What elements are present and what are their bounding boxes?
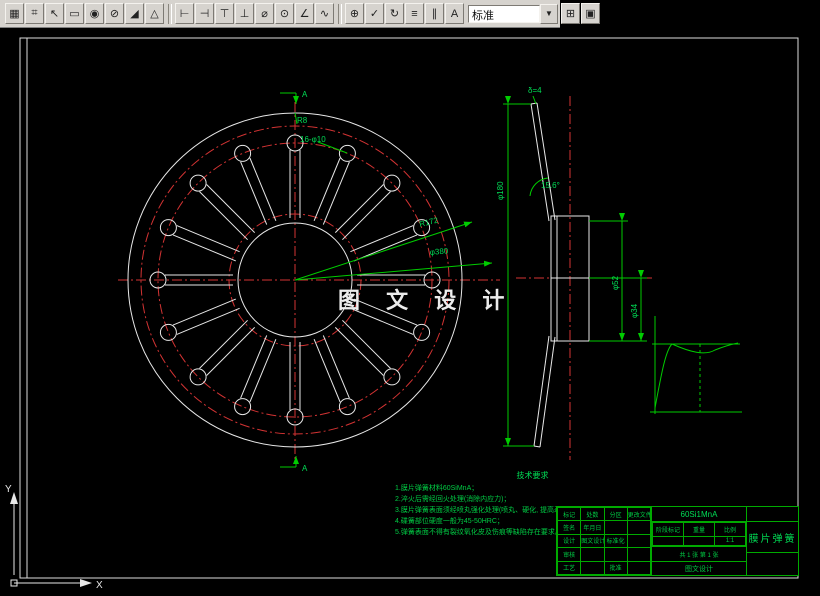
solid-fill-icon[interactable]: ◢ <box>125 3 144 24</box>
tech-requirement-line: 2.淬火后需经回火处理(消除内应力)； <box>395 494 630 505</box>
toolbar-separator <box>338 4 342 24</box>
ucs-y-label: Y <box>5 484 12 495</box>
title-block-cell <box>627 534 650 547</box>
title-block-right: 膜片弹簧 <box>746 507 798 575</box>
title-block-cell: 审核 <box>558 548 581 561</box>
polygon-icon[interactable]: △ <box>145 3 164 24</box>
company-name: 图文设计 <box>652 561 746 575</box>
drawing-canvas[interactable]: φ380 R172 16-φ10 R8 15.6° φ180 δ=4 φ52 φ… <box>0 28 820 596</box>
title-block: 标记处数分区更改文件号签名年月日设计图文设计标准化审核工艺批准 60Si1MnA… <box>556 506 799 576</box>
dim-linear-icon[interactable]: ⊢ <box>175 3 194 24</box>
spline-icon[interactable]: ∿ <box>315 3 334 24</box>
title-block-cell: 图文设计 <box>581 534 604 547</box>
tech-requirement-line: 1.膜片弹簧材料60SiMnA； <box>395 483 630 494</box>
title-block-cell <box>581 548 604 561</box>
title-block-cell <box>581 561 604 574</box>
dim-pitch-radius: R172 <box>418 215 439 228</box>
dim-update-icon[interactable]: ↻ <box>385 3 404 24</box>
dim-continue-icon[interactable]: ⊥ <box>235 3 254 24</box>
section-label-bottom: A <box>302 464 308 473</box>
part-name: 膜片弹簧 <box>747 522 798 553</box>
layers-icon[interactable]: ≡ <box>405 3 424 24</box>
construction-line-icon[interactable]: ⊘ <box>105 3 124 24</box>
title-block-cell: 处数 <box>581 508 604 521</box>
parallel-icon[interactable]: ∥ <box>425 3 444 24</box>
title-block-cell: 比例 <box>715 523 746 537</box>
dim-cone-angle: 15.6° <box>541 181 560 190</box>
title-block-empty-cell <box>747 553 798 575</box>
dim-finger-holes: 16-φ10 <box>300 135 326 144</box>
chevron-down-icon[interactable]: ▼ <box>540 4 558 24</box>
title-block-cell: 标准化 <box>604 534 627 547</box>
title-block-cell <box>653 536 684 545</box>
dim-style-icon[interactable]: ⊞ <box>561 3 580 24</box>
title-block-cell <box>627 521 650 534</box>
side-view <box>531 103 589 447</box>
title-block-cell: 重量 <box>684 523 715 537</box>
hatch-icon[interactable]: ⌗ <box>25 3 44 24</box>
drawing-number-cell <box>747 507 798 522</box>
title-block-revision-grid: 标记处数分区更改文件号签名年月日设计图文设计标准化审核工艺 批准 <box>557 507 651 575</box>
dimension-toolbar: ▦⌗↖▭◉⊘◢△⊢⊣⊤⊥⌀⊙∠∿⊕✓↻≡∥A 标准 ▼ ⊞▣ <box>0 0 560 28</box>
dim-diameter-icon[interactable]: ⌀ <box>255 3 274 24</box>
title-block-cell: 分区 <box>604 508 627 521</box>
title-block-cell: 更改文件号 <box>627 508 650 521</box>
title-block-cell <box>684 536 715 545</box>
circle-icon[interactable]: ◉ <box>85 3 104 24</box>
title-block-cell <box>627 561 650 574</box>
ucs-x-label: X <box>96 580 103 591</box>
ucs-icon <box>10 492 92 587</box>
title-block-middle: 60Si1MnA 阶段标记重量比例1:1 共 1 张 第 1 张 图文设计 <box>651 507 746 575</box>
load-deflection-curve <box>650 316 742 414</box>
grid-snap-icon[interactable]: ▦ <box>5 3 24 24</box>
title-block-cell: 批准 <box>604 561 627 574</box>
title-block-cell <box>627 548 650 561</box>
cad-application-window: ▦⌗↖▭◉⊘◢△⊢⊣⊤⊥⌀⊙∠∿⊕✓↻≡∥A 标准 ▼ ⊞▣ <box>0 0 820 596</box>
select-icon[interactable]: ↖ <box>45 3 64 24</box>
dim-check-icon[interactable]: ✓ <box>365 3 384 24</box>
section-label-top: A <box>302 90 308 99</box>
dim-aligned-icon[interactable]: ⊣ <box>195 3 214 24</box>
properties-icon[interactable]: ▣ <box>581 3 600 24</box>
title-block-cell: 年月日 <box>581 521 604 534</box>
title-block-scale-grid: 阶段标记重量比例1:1 <box>652 522 746 546</box>
dim-baseline-icon[interactable]: ⊤ <box>215 3 234 24</box>
title-block-cell: 工艺 <box>558 561 581 574</box>
dim-outer-diameter: φ380 <box>429 246 449 257</box>
title-block-cell: 标记 <box>558 508 581 521</box>
center-mark-icon[interactable]: ⊕ <box>345 3 364 24</box>
rectangle-icon[interactable]: ▭ <box>65 3 84 24</box>
title-block-cell <box>604 548 627 561</box>
text-style-icon[interactable]: A <box>445 3 464 24</box>
dim-angular-icon[interactable]: ∠ <box>295 3 314 24</box>
material-spec: 60Si1MnA <box>652 507 746 522</box>
title-block-cell: 签名 <box>558 521 581 534</box>
dim-radius-icon[interactable]: ⊙ <box>275 3 294 24</box>
dim-hub-outer: φ52 <box>611 275 620 290</box>
dim-style-value[interactable]: 标准 <box>468 5 540 23</box>
dim-style-combobox[interactable]: 标准 ▼ <box>468 4 558 24</box>
title-block-cell: 设计 <box>558 534 581 547</box>
title-block-cell <box>604 521 627 534</box>
title-block-cell: 1:1 <box>715 536 746 545</box>
sheet-count: 共 1 张 第 1 张 <box>652 546 746 561</box>
title-block-cell: 阶段标记 <box>653 523 684 537</box>
watermark-text: 图 文 设 计 <box>338 283 514 315</box>
centerlines <box>118 96 652 462</box>
tech-requirements-title: 技术要求 <box>435 470 630 481</box>
dim-side-height: φ180 <box>496 181 505 200</box>
dim-slot-radius: R8 <box>297 116 308 125</box>
toolbar-separator <box>168 4 172 24</box>
dim-thickness: δ=4 <box>528 86 542 95</box>
dim-hub-inner: φ34 <box>630 303 639 318</box>
